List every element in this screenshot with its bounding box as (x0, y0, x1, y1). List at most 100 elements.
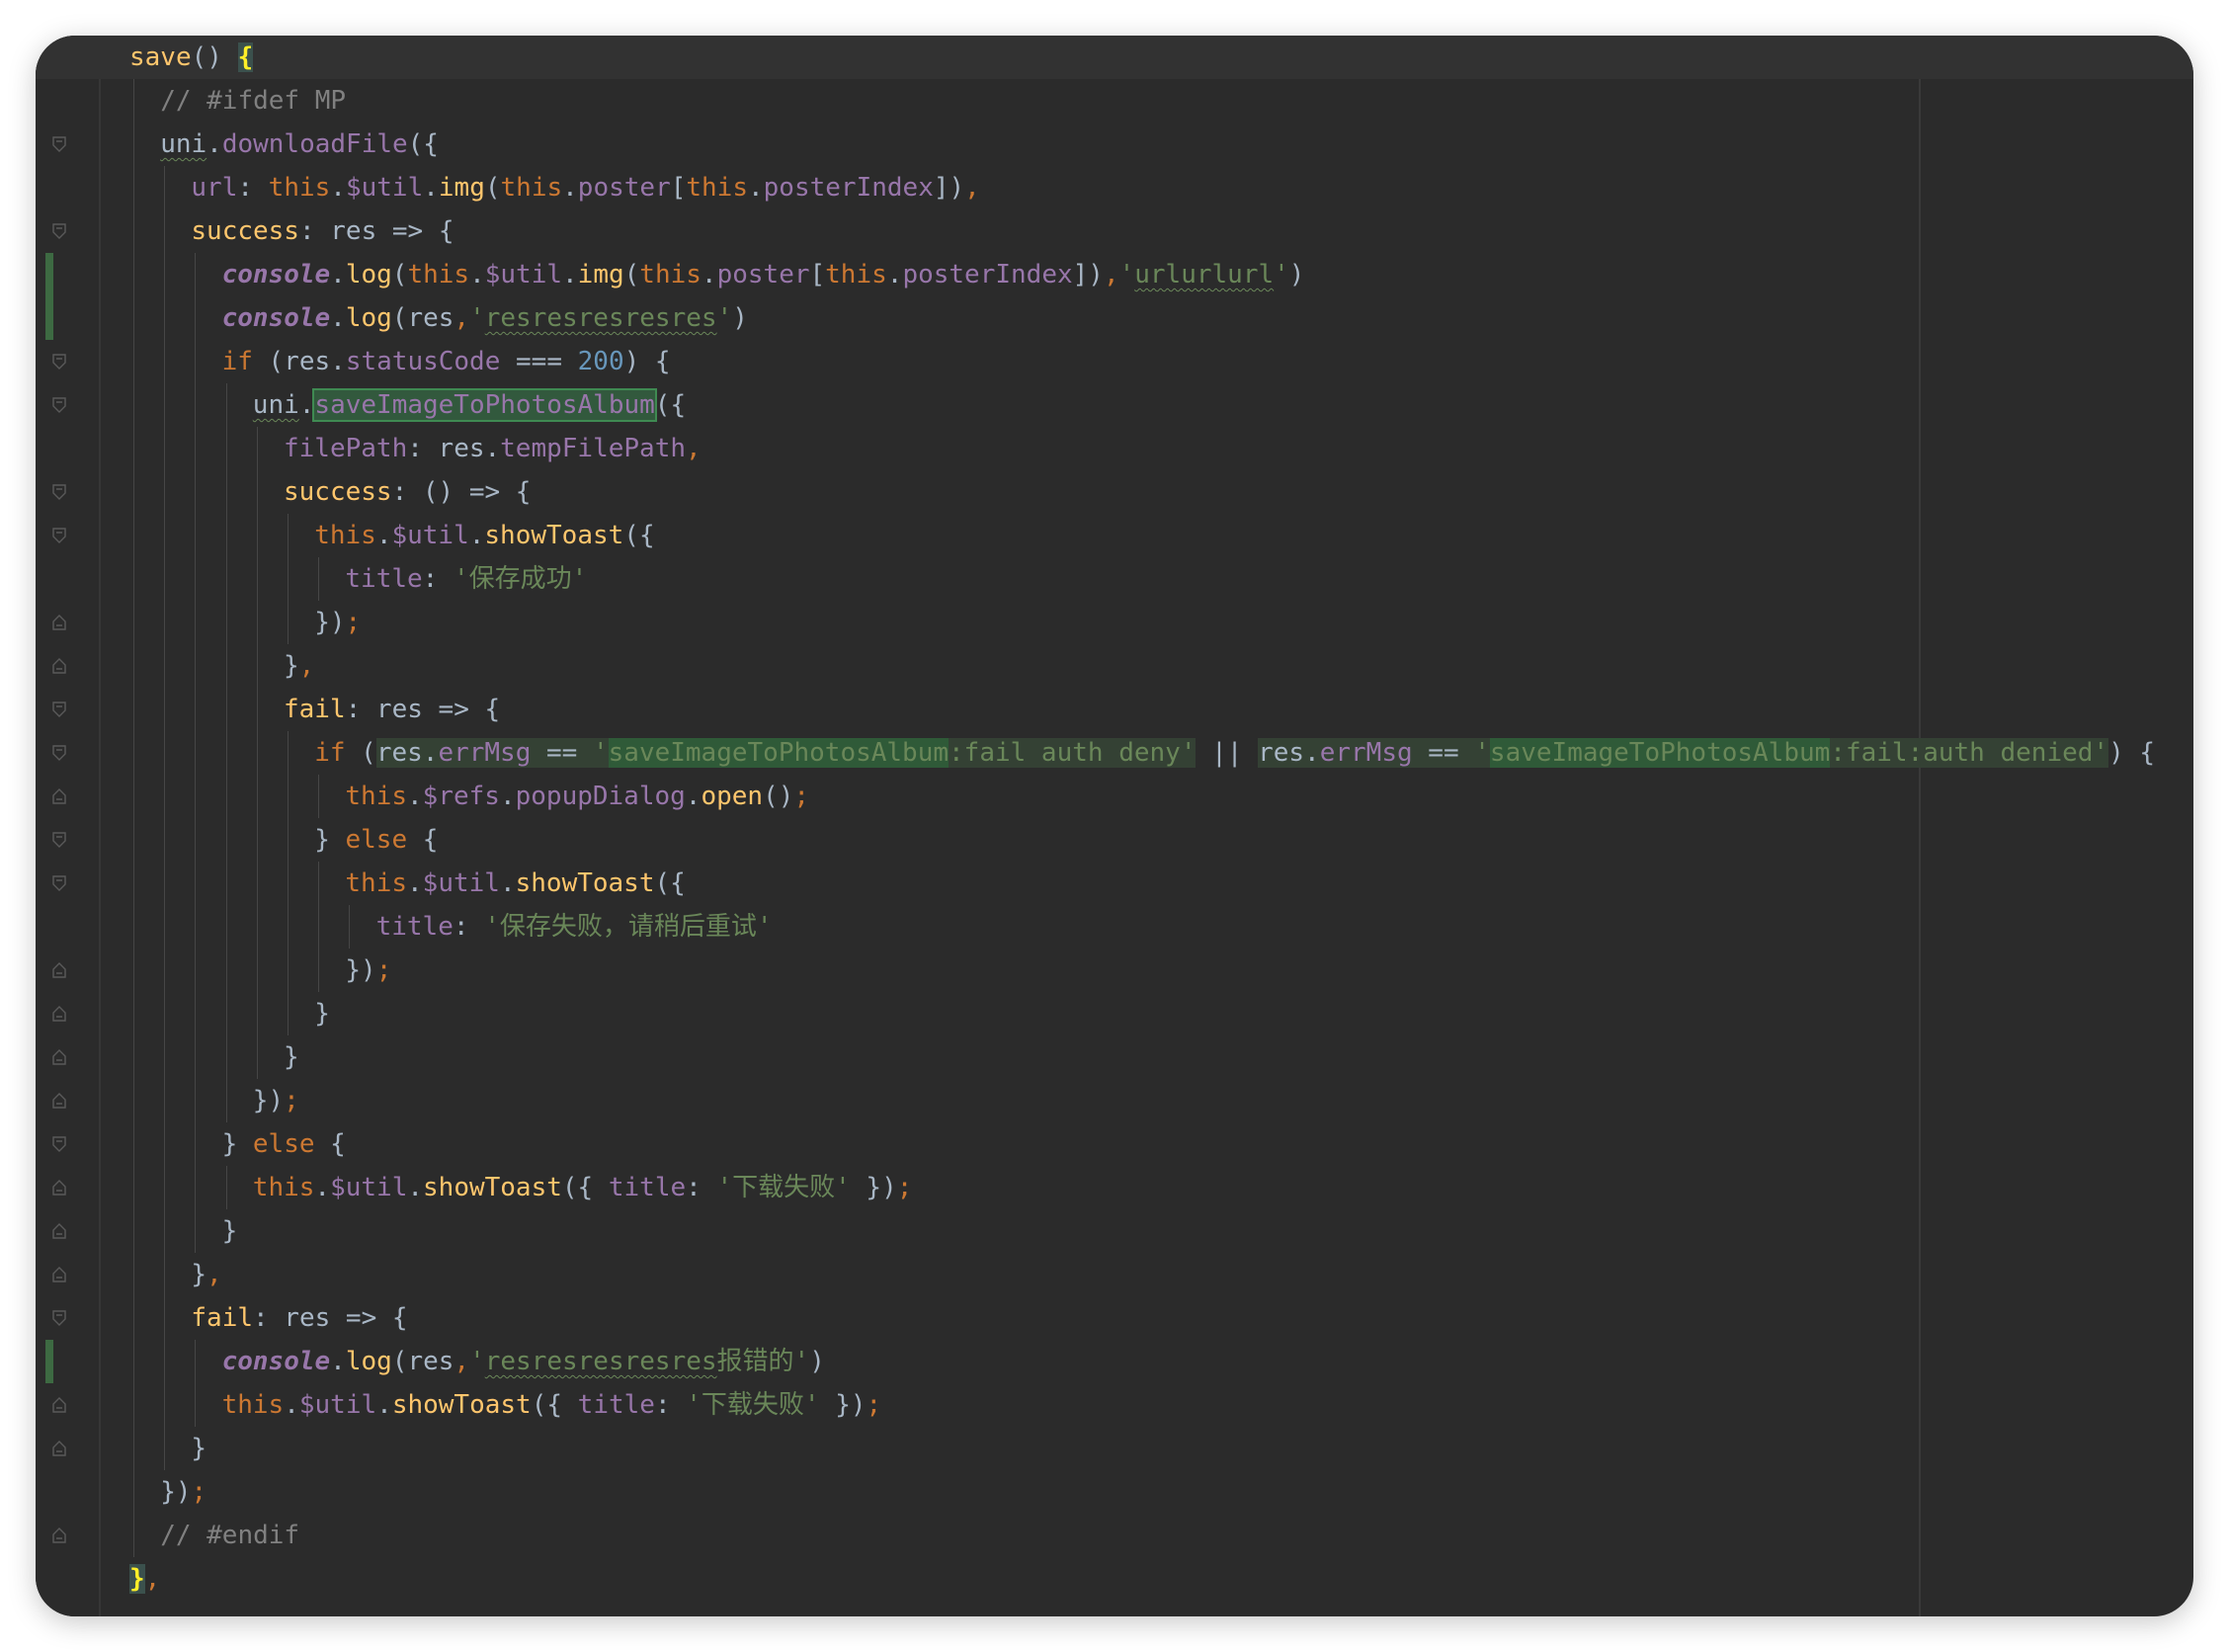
code-line[interactable]: console.log(res,'resresresresres报错的') (129, 1340, 825, 1383)
fold-end-icon[interactable] (52, 788, 66, 804)
code-line[interactable]: success: () => { (129, 470, 531, 514)
code-line[interactable]: } (129, 1209, 238, 1253)
fold-end-icon[interactable] (52, 1397, 66, 1413)
code-token: { (407, 825, 439, 855)
code-line[interactable]: url: this.$util.img(this.poster[this.pos… (129, 166, 979, 209)
code-token: this (221, 1390, 285, 1420)
code-line[interactable]: success: res => { (129, 209, 454, 253)
code-token: fail (191, 1303, 254, 1333)
code-token: (res (391, 1347, 454, 1376)
code-token: this (686, 173, 748, 203)
fold-collapse-icon[interactable] (52, 223, 66, 239)
code-line[interactable]: this.$util.showToast({ (129, 514, 654, 557)
code-token: ({ (561, 1173, 609, 1202)
fold-end-icon[interactable] (52, 1528, 66, 1543)
code-line[interactable]: this.$util.showToast({ title: '下载失败' }); (129, 1166, 913, 1209)
code-area[interactable]: save() {// #ifdef MP uni.downloadFile({ur… (36, 36, 2193, 1616)
code-token: ( (345, 738, 376, 768)
code-token: , (144, 1564, 161, 1594)
fold-collapse-icon[interactable] (52, 875, 66, 891)
code-line[interactable]: }, (129, 644, 314, 688)
fold-end-icon[interactable] (52, 1049, 66, 1065)
code-line[interactable]: if (res.statusCode === 200) { (129, 340, 671, 383)
code-line[interactable]: title: '保存成功' (129, 557, 587, 601)
code-token: :fail auth deny' (949, 738, 1197, 768)
code-line[interactable]: } (129, 1427, 206, 1470)
code-line[interactable]: }); (129, 601, 361, 644)
code-token: success (191, 216, 299, 246)
code-line[interactable]: save() { (36, 36, 2193, 79)
code-line[interactable]: } (129, 1035, 299, 1079)
code-line[interactable]: console.log(res,'resresresresres') (129, 296, 748, 340)
code-line[interactable]: console.log(this.$util.img(this.poster[t… (129, 253, 1305, 296)
code-token: ) (809, 1347, 825, 1376)
code-token: [ (809, 260, 826, 289)
fold-collapse-icon[interactable] (52, 484, 66, 500)
code-token: posterIndex (902, 260, 1073, 289)
code-token: uni (160, 129, 207, 159)
code-line[interactable]: }); (129, 949, 391, 992)
code-token: errMsg (438, 738, 532, 768)
code-line[interactable]: } else { (129, 818, 438, 862)
code-token: res. (375, 738, 439, 768)
code-token: : (422, 564, 454, 594)
fold-collapse-icon[interactable] (52, 745, 66, 761)
fold-end-icon[interactable] (52, 962, 66, 978)
vcs-change-marker[interactable] (45, 1340, 53, 1383)
code-line[interactable]: fail: res => { (129, 688, 500, 731)
code-token: . (562, 260, 578, 289)
fold-end-icon[interactable] (52, 1267, 66, 1282)
code-token: () (763, 782, 794, 811)
code-line[interactable]: }); (129, 1079, 299, 1122)
fold-end-icon[interactable] (52, 1441, 66, 1456)
vcs-change-marker[interactable] (45, 253, 53, 340)
code-line[interactable]: if (res.errMsg == 'saveImageToPhotosAlbu… (129, 731, 2155, 775)
code-token: ]) (1072, 260, 1104, 289)
fold-end-icon[interactable] (52, 1093, 66, 1109)
code-line[interactable]: }, (129, 1253, 221, 1296)
code-token: ' (469, 1347, 485, 1376)
fold-collapse-icon[interactable] (52, 136, 66, 152)
fold-collapse-icon[interactable] (52, 702, 66, 717)
code-token: saveImageToPhotosAlbum (608, 738, 949, 768)
code-line[interactable]: // #endif (129, 1514, 299, 1557)
fold-collapse-icon[interactable] (52, 354, 66, 370)
code-token: : (237, 173, 269, 203)
code-token: . (407, 868, 423, 898)
code-token: resresresresres (484, 1347, 717, 1376)
code-token: === (500, 347, 578, 376)
code-line[interactable]: } else { (129, 1122, 346, 1166)
fold-collapse-icon[interactable] (52, 528, 66, 543)
fold-end-icon[interactable] (52, 1006, 66, 1022)
code-line[interactable]: title: '保存失败，请稍后重试' (129, 905, 773, 949)
code-line[interactable]: } (129, 992, 330, 1035)
code-token: }) (252, 1086, 285, 1115)
code-line[interactable]: }, (129, 1557, 160, 1601)
fold-collapse-icon[interactable] (52, 397, 66, 413)
code-line[interactable]: uni.downloadFile({ (129, 123, 439, 166)
fold-collapse-icon[interactable] (52, 832, 66, 848)
fold-collapse-icon[interactable] (52, 1310, 66, 1326)
code-token: }) (345, 955, 376, 985)
fold-collapse-icon[interactable] (52, 1136, 66, 1152)
code-token: this (407, 260, 470, 289)
code-token: poster (577, 173, 671, 203)
code-token: . (376, 1390, 392, 1420)
code-line[interactable]: this.$refs.popupDialog.open(); (129, 775, 809, 818)
fold-end-icon[interactable] (52, 1180, 66, 1196)
code-token: ; (284, 1086, 299, 1115)
code-line[interactable]: filePath: res.tempFilePath, (129, 427, 702, 470)
code-line[interactable]: fail: res => { (129, 1296, 407, 1340)
fold-end-icon[interactable] (52, 658, 66, 674)
code-token: (res (391, 303, 454, 333)
code-token: . (423, 173, 439, 203)
code-line[interactable]: uni.saveImageToPhotosAlbum({ (129, 383, 686, 427)
code-line[interactable]: this.$util.showToast({ title: '下载失败' }); (129, 1383, 882, 1427)
code-token: uni (252, 390, 299, 420)
code-token: ) (1288, 260, 1305, 289)
fold-end-icon[interactable] (52, 1223, 66, 1239)
fold-end-icon[interactable] (52, 615, 66, 630)
code-line[interactable]: // #ifdef MP (129, 79, 346, 123)
code-line[interactable]: this.$util.showToast({ (129, 862, 685, 905)
code-line[interactable]: }); (129, 1470, 206, 1514)
